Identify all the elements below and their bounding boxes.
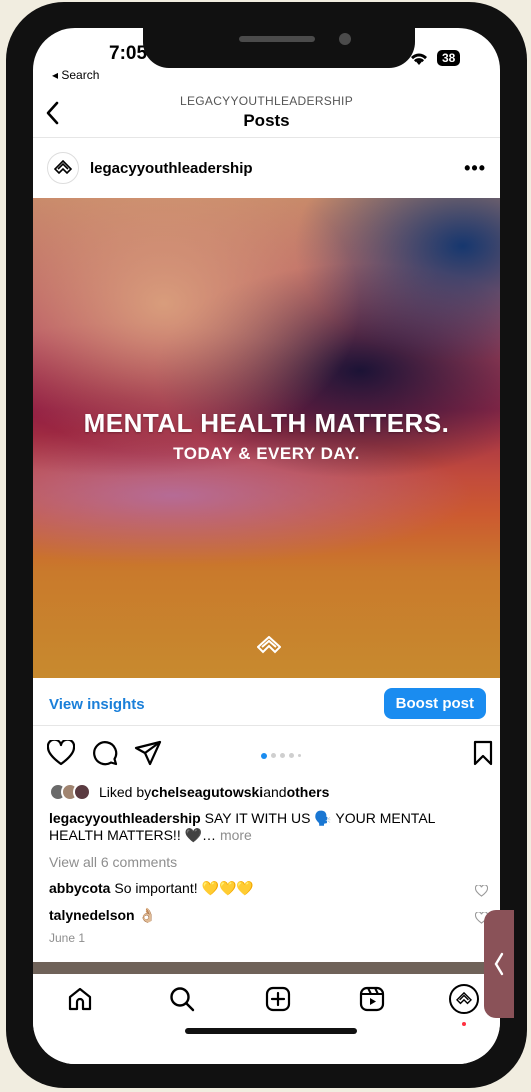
image-subheadline: TODAY & EVERY DAY. — [173, 444, 360, 463]
comment-button[interactable] — [92, 740, 118, 771]
notification-dot — [462, 1022, 466, 1026]
liker-username[interactable]: chelseagutowski — [151, 784, 263, 800]
tab-bar — [33, 974, 500, 1064]
page-title: Posts — [243, 111, 290, 130]
carousel-indicator — [261, 752, 301, 759]
likes-middle: and — [263, 784, 287, 800]
brand-logo-icon — [54, 160, 72, 175]
tab-create[interactable] — [265, 986, 291, 1017]
caption-ellipsis: … — [202, 827, 220, 843]
carousel-dot — [261, 752, 267, 759]
heart-icon — [46, 738, 76, 766]
share-button[interactable] — [134, 740, 162, 771]
image-headline: MENTAL HEALTH MATTERS. — [83, 408, 450, 438]
tab-profile[interactable] — [449, 984, 479, 1014]
view-all-comments-link[interactable]: View all 6 comments — [49, 854, 177, 870]
profile-icon — [449, 984, 479, 1014]
speaker — [239, 36, 315, 42]
caption-more-link[interactable]: more — [220, 827, 252, 843]
status-time: 7:05 — [109, 43, 148, 64]
account-name: LEGACYYOUTHLEADERSHIP — [179, 94, 353, 108]
comment-row: talynedelson 👌🏼 — [49, 907, 156, 924]
comment-text: So important! 💛💛💛 — [110, 880, 254, 896]
comment-username[interactable]: talynedelson — [49, 907, 135, 923]
bookmark-icon — [473, 740, 493, 766]
home-indicator[interactable] — [185, 1028, 357, 1034]
comment-row: abbycota So important! 💛💛💛 — [49, 880, 254, 897]
post-image[interactable]: MENTAL HEALTH MATTERS. TODAY & EVERY DAY… — [33, 198, 500, 678]
brand-logo-icon — [256, 635, 282, 661]
carousel-dot — [298, 754, 301, 757]
heart-icon — [474, 884, 489, 897]
carousel-dot — [280, 753, 285, 758]
back-to-search-link[interactable]: ◂ Search — [52, 68, 99, 82]
save-button[interactable] — [473, 740, 493, 771]
notch — [143, 28, 415, 68]
create-icon — [265, 986, 291, 1012]
comment-username[interactable]: abbycota — [49, 880, 110, 896]
avatar[interactable] — [47, 152, 79, 184]
post-username[interactable]: legacyyouthleadership — [90, 160, 253, 177]
tab-home[interactable] — [67, 986, 93, 1017]
caption-username[interactable]: legacyyouthleadership — [49, 810, 201, 826]
side-panel-tab[interactable] — [484, 910, 514, 1018]
insights-row: View insights Boost post — [33, 682, 500, 726]
tab-reels[interactable] — [359, 986, 385, 1017]
carousel-dot — [289, 753, 294, 758]
chevron-left-icon — [494, 952, 504, 976]
post-actions — [33, 736, 500, 772]
likes-prefix: Liked by — [99, 784, 152, 800]
comment-like-button[interactable] — [474, 884, 489, 902]
liker-avatars — [49, 783, 91, 801]
comment-icon — [93, 741, 118, 766]
post-caption: legacyyouthleadership SAY IT WITH US 🗣️ … — [49, 810, 489, 844]
camera — [339, 33, 351, 45]
phone-frame: 7:05 ◂ Search 38 LEGACYYOUTHLEADERSHIP P… — [6, 2, 527, 1088]
share-icon — [134, 740, 162, 766]
more-options-button[interactable]: ••• — [464, 158, 486, 179]
post-header: legacyyouthleadership ••• — [33, 140, 500, 196]
home-icon — [68, 987, 92, 1011]
comment-text: 👌🏼 — [134, 907, 156, 923]
post-date: June 1 — [49, 931, 86, 945]
likes-others-link[interactable]: others — [287, 784, 330, 800]
like-button[interactable] — [46, 738, 76, 771]
likes-row[interactable]: Liked by chelseagutowski and others — [49, 780, 329, 804]
screen: 7:05 ◂ Search 38 LEGACYYOUTHLEADERSHIP P… — [33, 28, 500, 1064]
carousel-dot — [271, 753, 276, 758]
battery-indicator: 38 — [437, 50, 461, 66]
reels-icon — [359, 986, 385, 1012]
search-icon — [170, 987, 195, 1012]
view-insights-link[interactable]: View insights — [49, 696, 145, 713]
tab-search[interactable] — [169, 986, 195, 1017]
status-icons: 38 — [409, 50, 461, 66]
avatar — [73, 783, 91, 801]
boost-post-button[interactable]: Boost post — [383, 688, 486, 719]
page-header: LEGACYYOUTHLEADERSHIP Posts — [33, 88, 500, 138]
